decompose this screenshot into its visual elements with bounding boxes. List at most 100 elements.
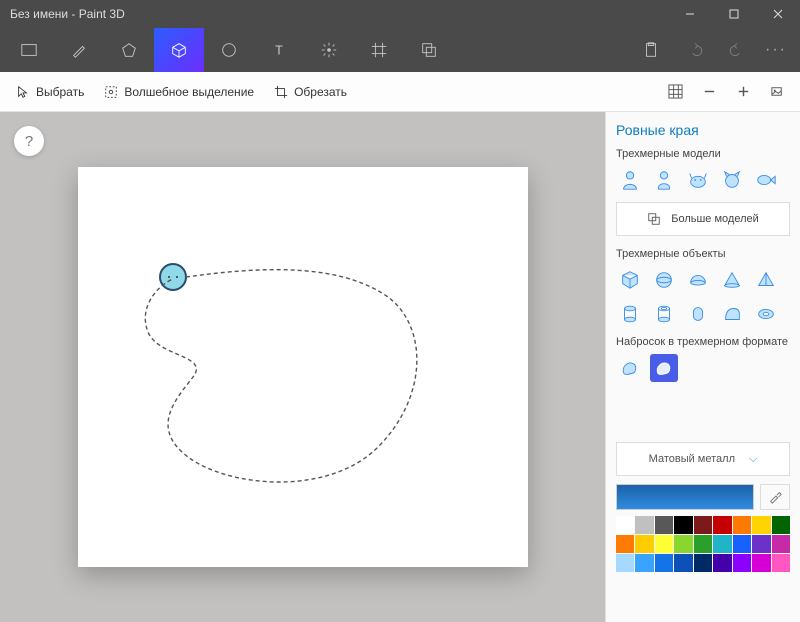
- palette-color[interactable]: [733, 516, 751, 534]
- object-pyramid[interactable]: [752, 266, 780, 294]
- crop-label: Обрезать: [294, 85, 347, 99]
- eyedropper-button[interactable]: [760, 484, 790, 510]
- model-man[interactable]: [616, 166, 644, 194]
- zoom-out-button[interactable]: [692, 72, 726, 112]
- canvas-workspace[interactable]: ?: [0, 112, 605, 622]
- palette-color[interactable]: [752, 535, 770, 553]
- palette-color[interactable]: [713, 516, 731, 534]
- mode-toolbar: T ···: [0, 28, 800, 72]
- 3d-shapes-mode[interactable]: [154, 28, 204, 72]
- palette-color[interactable]: [655, 535, 673, 553]
- titlebar: Без имени - Paint 3D: [0, 0, 800, 28]
- palette-color[interactable]: [674, 554, 692, 572]
- palette-color[interactable]: [616, 516, 634, 534]
- undo-button[interactable]: [676, 28, 716, 72]
- help-button[interactable]: ?: [14, 126, 44, 156]
- palette-color[interactable]: [713, 554, 731, 572]
- palette-color[interactable]: [616, 535, 634, 553]
- grid-toggle[interactable]: [658, 72, 692, 112]
- model-woman[interactable]: [650, 166, 678, 194]
- palette-color[interactable]: [733, 554, 751, 572]
- 2d-shapes-mode[interactable]: [104, 28, 154, 72]
- library-icon: [647, 212, 661, 226]
- palette-color[interactable]: [694, 516, 712, 534]
- model-cat[interactable]: [718, 166, 746, 194]
- crop-icon: [274, 85, 288, 99]
- object-hemisphere[interactable]: [684, 266, 712, 294]
- objects-section-title: Трехмерные объекты: [616, 248, 790, 260]
- palette-color[interactable]: [694, 535, 712, 553]
- object-torus[interactable]: [752, 300, 780, 328]
- models-row: [616, 166, 790, 194]
- select-command[interactable]: Выбрать: [6, 72, 94, 112]
- sketch-sharp-edge[interactable]: [650, 354, 678, 382]
- more-models-label: Больше моделей: [671, 213, 759, 225]
- paste-button[interactable]: [626, 28, 676, 72]
- brushes-mode[interactable]: [54, 28, 104, 72]
- object-cube[interactable]: [616, 266, 644, 294]
- palette-color[interactable]: [655, 554, 673, 572]
- current-color: [616, 484, 790, 510]
- window-title: Без имени - Paint 3D: [10, 7, 668, 21]
- close-button[interactable]: [756, 0, 800, 28]
- object-sphere[interactable]: [650, 266, 678, 294]
- text-mode[interactable]: T: [254, 28, 304, 72]
- color-palette: [616, 516, 790, 572]
- palette-color[interactable]: [616, 554, 634, 572]
- canvas[interactable]: [78, 167, 528, 567]
- stickers-mode[interactable]: [204, 28, 254, 72]
- material-dropdown[interactable]: Матовый металл ⌵: [616, 442, 790, 476]
- palette-color[interactable]: [635, 554, 653, 572]
- object-cone[interactable]: [718, 266, 746, 294]
- sketch-soft-edge[interactable]: [616, 354, 644, 382]
- more-menu[interactable]: ···: [756, 41, 796, 59]
- models-section-title: Трехмерные модели: [616, 148, 790, 160]
- chevron-down-icon: ⌵: [749, 453, 757, 466]
- palette-color[interactable]: [713, 535, 731, 553]
- select-label: Выбрать: [36, 85, 84, 99]
- model-dog[interactable]: [684, 166, 712, 194]
- maximize-button[interactable]: [712, 0, 756, 28]
- object-tube[interactable]: [650, 300, 678, 328]
- palette-color[interactable]: [694, 554, 712, 572]
- effects-mode[interactable]: [304, 28, 354, 72]
- magic-select-label: Волшебное выделение: [124, 85, 254, 99]
- material-label: Матовый металл: [649, 453, 735, 465]
- object-capsule[interactable]: [684, 300, 712, 328]
- redo-button[interactable]: [716, 28, 756, 72]
- palette-color[interactable]: [635, 535, 653, 553]
- palette-color[interactable]: [772, 554, 790, 572]
- drawing-path: [78, 167, 528, 567]
- canvas-mode[interactable]: [354, 28, 404, 72]
- palette-color[interactable]: [674, 516, 692, 534]
- zoom-in-button[interactable]: [726, 72, 760, 112]
- menu-button[interactable]: [4, 28, 54, 72]
- palette-color[interactable]: [635, 516, 653, 534]
- magic-select-icon: [104, 85, 118, 99]
- minimize-button[interactable]: [668, 0, 712, 28]
- view-3d-button[interactable]: [760, 72, 794, 112]
- magic-select-command[interactable]: Волшебное выделение: [94, 72, 264, 112]
- panel-heading: Ровные края: [616, 122, 790, 138]
- palette-color[interactable]: [752, 516, 770, 534]
- crop-command[interactable]: Обрезать: [264, 72, 357, 112]
- model-fish[interactable]: [752, 166, 780, 194]
- color-swatch[interactable]: [616, 484, 754, 510]
- palette-color[interactable]: [772, 516, 790, 534]
- palette-color[interactable]: [674, 535, 692, 553]
- library-mode[interactable]: [404, 28, 454, 72]
- side-panel: Ровные края Трехмерные модели Больше мод…: [605, 112, 800, 622]
- object-cylinder[interactable]: [616, 300, 644, 328]
- palette-color[interactable]: [733, 535, 751, 553]
- object-curved[interactable]: [718, 300, 746, 328]
- palette-color[interactable]: [772, 535, 790, 553]
- sketch-section-title: Набросок в трехмерном формате: [616, 336, 790, 348]
- cursor-icon: [16, 85, 30, 99]
- objects-row: [616, 266, 790, 294]
- command-bar: Выбрать Волшебное выделение Обрезать: [0, 72, 800, 112]
- palette-color[interactable]: [752, 554, 770, 572]
- sketch-row: [616, 354, 790, 382]
- more-models-button[interactable]: Больше моделей: [616, 202, 790, 236]
- palette-color[interactable]: [655, 516, 673, 534]
- svg-text:T: T: [275, 44, 283, 58]
